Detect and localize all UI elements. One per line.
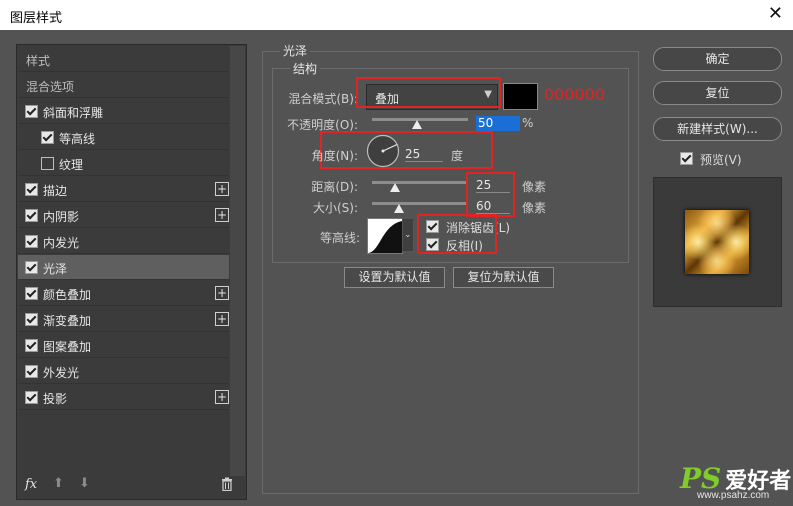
sidebar-item[interactable]: 混合选项 — [18, 73, 229, 98]
sidebar-item-checkbox[interactable] — [41, 131, 54, 144]
sidebar-item[interactable]: 纹理 — [18, 151, 229, 176]
sidebar-item-label: 光泽 — [43, 262, 68, 276]
angle-unit: 度 — [451, 149, 464, 163]
angle-label: 角度(N): — [311, 149, 358, 163]
watermark-url: www.psahz.com — [697, 490, 770, 501]
make-default-button[interactable]: 设置为默认值 — [344, 267, 445, 288]
color-swatch[interactable] — [503, 83, 538, 110]
chevron-down-icon: ⌄ — [404, 230, 412, 240]
sidebar-item-checkbox[interactable] — [25, 209, 38, 222]
trash-icon[interactable] — [221, 477, 233, 494]
contour-preview[interactable] — [367, 218, 403, 254]
group-title: 结构 — [290, 60, 321, 77]
sidebar-item-checkbox[interactable] — [25, 391, 38, 404]
sidebar-item[interactable]: 内阴影 + — [18, 203, 229, 228]
sidebar-item-checkbox[interactable] — [41, 157, 54, 170]
sidebar-item[interactable]: 投影 + — [18, 385, 229, 410]
new-style-button[interactable]: 新建样式(W)... — [653, 117, 782, 141]
opacity-unit: % — [522, 116, 534, 130]
add-icon[interactable]: + — [215, 390, 229, 404]
sidebar-item-checkbox[interactable] — [25, 183, 38, 196]
sidebar-item[interactable]: 描边 + — [18, 177, 229, 202]
sidebar-item-label: 样式 — [26, 54, 51, 68]
fx-button[interactable]: fx — [25, 477, 37, 492]
sidebar-item-checkbox[interactable] — [25, 287, 38, 300]
title-bar: 图层样式 ✕ — [0, 0, 793, 30]
sidebar-item[interactable]: 颜色叠加 + — [18, 281, 229, 306]
sidebar-item-label: 纹理 — [59, 158, 84, 172]
sidebar-item-checkbox[interactable] — [25, 339, 38, 352]
sidebar-item[interactable]: 图案叠加 — [18, 333, 229, 358]
scrollbar[interactable] — [230, 46, 245, 476]
size-unit: 像素 — [522, 201, 547, 215]
sidebar-item-label: 颜色叠加 — [43, 288, 92, 302]
sidebar-item-checkbox[interactable] — [25, 235, 38, 248]
sidebar-item[interactable]: 样式 — [18, 47, 229, 72]
add-icon[interactable]: + — [215, 312, 229, 326]
blend-mode-label: 混合模式(B): — [288, 92, 358, 106]
contour-dropdown[interactable]: ⌄ — [402, 218, 414, 252]
ok-button[interactable]: 确定 — [653, 47, 782, 71]
preview-thumbnail — [685, 210, 749, 274]
sidebar-item-label: 投影 — [43, 392, 68, 406]
add-icon[interactable]: + — [215, 208, 229, 222]
sidebar-item-checkbox[interactable] — [25, 313, 38, 326]
sidebar-item-checkbox[interactable] — [25, 261, 38, 274]
size-slider-track[interactable] — [372, 202, 468, 205]
sidebar-item[interactable]: 渐变叠加 + — [18, 307, 229, 332]
sidebar-item-label: 外发光 — [43, 366, 80, 380]
size-slider-thumb[interactable] — [394, 204, 404, 213]
sidebar-item[interactable]: 光泽 — [18, 255, 229, 280]
reset-button[interactable]: 复位 — [653, 81, 782, 105]
sidebar-item[interactable]: 斜面和浮雕 — [18, 99, 229, 124]
sidebar-item-label: 内阴影 — [43, 210, 80, 224]
preview-area — [653, 177, 782, 307]
distance-label: 距离(D): — [311, 180, 358, 194]
preview-label: 预览(V) — [700, 153, 742, 167]
preview-checkbox[interactable] — [680, 152, 693, 165]
reset-default-button[interactable]: 复位为默认值 — [453, 267, 554, 288]
annotation-box-distance-size — [466, 172, 515, 217]
sidebar-item-label: 渐变叠加 — [43, 314, 92, 328]
angle-dial[interactable] — [366, 134, 400, 168]
sidebar-item[interactable]: 内发光 — [18, 229, 229, 254]
distance-slider-thumb[interactable] — [390, 183, 400, 192]
sidebar-item[interactable]: 等高线 — [18, 125, 229, 150]
color-hex-annotation: 000000 — [544, 85, 606, 104]
sidebar-item-checkbox[interactable] — [25, 105, 38, 118]
close-icon[interactable]: ✕ — [768, 4, 783, 24]
sidebar-item-label: 内发光 — [43, 236, 80, 250]
window-title: 图层样式 — [10, 11, 63, 26]
style-list-toolbar: fx ⬆ ⬇ — [17, 475, 246, 499]
section-title: 光泽 — [280, 42, 311, 59]
sidebar-item-label: 斜面和浮雕 — [43, 106, 104, 120]
distance-slider-track[interactable] — [372, 181, 468, 184]
sidebar-item-label: 等高线 — [59, 132, 96, 146]
annotation-box-blend — [356, 77, 501, 108]
add-icon[interactable]: + — [215, 286, 229, 300]
sidebar-item[interactable]: 外发光 — [18, 359, 229, 384]
sidebar-item-checkbox[interactable] — [25, 365, 38, 378]
add-icon[interactable]: + — [215, 182, 229, 196]
sidebar-item-label: 描边 — [43, 184, 68, 198]
style-list-panel: 样式混合选项斜面和浮雕等高线纹理描边 + 内阴影 + 内发光光泽颜色叠加 + 渐变叠加 + 图案… — [16, 44, 247, 500]
size-label: 大小(S): — [312, 201, 358, 215]
opacity-slider-thumb[interactable] — [412, 120, 422, 129]
arrow-down-icon[interactable]: ⬇ — [79, 476, 90, 491]
angle-input[interactable]: 25 — [405, 147, 443, 162]
sidebar-item-label: 混合选项 — [26, 80, 75, 94]
arrow-up-icon[interactable]: ⬆ — [53, 476, 64, 491]
contour-label: 等高线: — [319, 231, 360, 245]
distance-unit: 像素 — [522, 180, 547, 194]
opacity-input[interactable]: 50 — [476, 116, 520, 131]
sidebar-item-label: 图案叠加 — [43, 340, 92, 354]
annotation-box-checkboxes — [417, 214, 497, 254]
